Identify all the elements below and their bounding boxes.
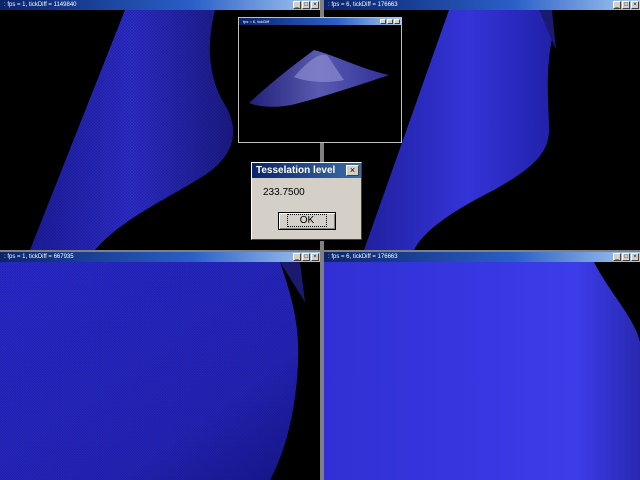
window-title: : fps = 1, tickDiff = 667935 <box>4 254 74 260</box>
minimize-button[interactable]: _ <box>613 253 621 261</box>
rendered-surface <box>0 262 305 480</box>
preview-surface <box>249 50 389 107</box>
maximize-button[interactable] <box>387 19 393 24</box>
render-viewport[interactable] <box>324 262 640 480</box>
render-window-bottom-right[interactable]: : fps = 6, tickDiff = 176663 _ □ × <box>324 252 640 480</box>
window-titlebar[interactable]: : fps = 6, tickDiff = 176663 _ □ × <box>324 0 640 10</box>
rendered-surface <box>324 262 640 480</box>
window-title: fps = 6, tickDiff <box>243 19 270 24</box>
ok-button[interactable]: OK <box>278 212 336 230</box>
maximize-button[interactable]: □ <box>622 1 630 9</box>
window-titlebar[interactable]: : fps = 1, tickDiff = 667935 _ □ × <box>0 252 320 262</box>
dialog-title: Tesselation level <box>256 165 336 176</box>
tesselation-value: 233.7500 <box>263 187 305 198</box>
close-button[interactable]: × <box>311 1 319 9</box>
close-button[interactable]: × <box>311 253 319 261</box>
close-button[interactable] <box>394 19 400 24</box>
dialog-close-button[interactable]: × <box>346 165 359 176</box>
minimize-button[interactable]: _ <box>613 1 621 9</box>
window-titlebar[interactable]: : fps = 1, tickDiff = 1149840 _ □ × <box>0 0 320 10</box>
ok-button-label: OK <box>286 214 328 227</box>
minimize-button[interactable]: _ <box>293 253 301 261</box>
window-title: : fps = 6, tickDiff = 176663 <box>328 254 398 260</box>
minimize-button[interactable] <box>380 19 386 24</box>
maximize-button[interactable]: □ <box>302 1 310 9</box>
minimize-button[interactable]: _ <box>293 1 301 9</box>
maximize-button[interactable]: □ <box>302 253 310 261</box>
close-button[interactable]: × <box>631 253 639 261</box>
preview-viewport[interactable] <box>239 25 401 142</box>
tesselation-dialog[interactable]: Tesselation level × 233.7500 OK <box>251 162 362 240</box>
window-title: : fps = 1, tickDiff = 1149840 <box>4 2 77 8</box>
maximize-button[interactable]: □ <box>622 253 630 261</box>
render-viewport[interactable] <box>0 262 320 480</box>
window-title: : fps = 6, tickDiff = 176663 <box>328 2 398 8</box>
dialog-titlebar[interactable]: Tesselation level × <box>252 163 361 178</box>
render-window-bottom-left[interactable]: : fps = 1, tickDiff = 667935 _ □ × <box>0 252 320 480</box>
preview-window[interactable]: fps = 6, tickDiff <box>238 17 402 143</box>
close-button[interactable]: × <box>631 1 639 9</box>
window-titlebar[interactable]: : fps = 6, tickDiff = 176663 _ □ × <box>324 252 640 262</box>
window-titlebar[interactable]: fps = 6, tickDiff <box>239 18 401 25</box>
